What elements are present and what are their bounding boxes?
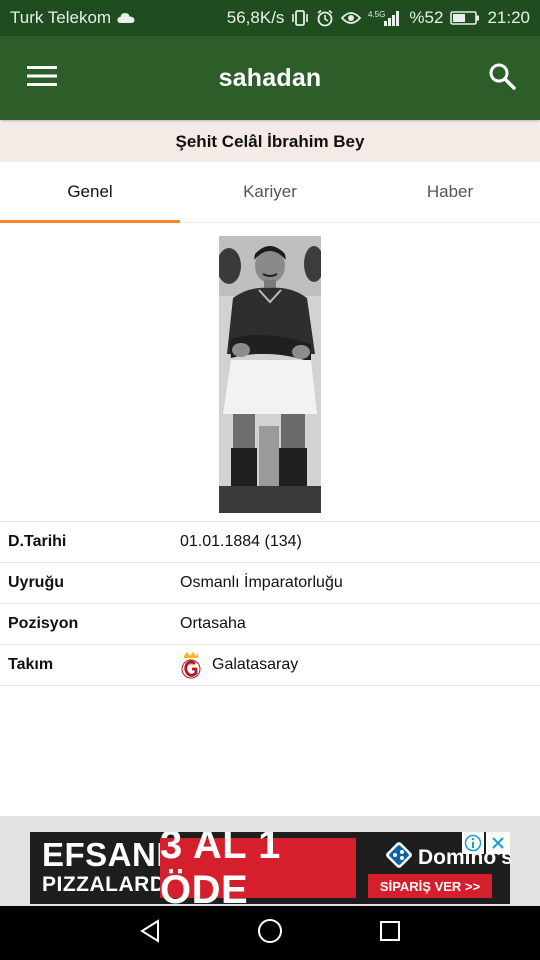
search-button[interactable] [480,58,524,98]
nav-recents-button[interactable] [370,914,410,952]
info-row-position: Pozisyon Ortasaha [0,603,540,644]
alarm-icon [316,9,334,27]
tab-bar: Genel Kariyer Haber [0,162,540,223]
back-triangle-icon [139,918,161,948]
ad-headline: EFSANE [42,836,179,873]
info-value: 01.01.1884 (134) [180,533,302,550]
ad-cta-button[interactable]: SİPARİŞ VER >> [368,874,492,898]
system-nav-bar [0,906,540,960]
cloud-icon [117,12,135,24]
tab-haber[interactable]: Haber [360,162,540,222]
menu-button[interactable] [20,58,64,98]
hamburger-menu-icon [27,65,57,92]
info-row-team[interactable]: Takım Galatasaray [0,644,540,686]
app-title: sahadan [218,64,322,92]
recents-square-icon [379,920,401,947]
ad-info-icon[interactable] [462,832,484,854]
app-bar: sahadan [0,36,540,120]
carrier-name: Turk Telekom [10,8,112,27]
info-row-birthdate: D.Tarihi 01.01.1884 (134) [0,521,540,562]
info-value: Osmanlı İmparatorluğu [180,574,343,591]
ad-close-icon[interactable] [486,832,510,854]
eye-icon [341,11,362,25]
player-photo [219,236,321,513]
player-info-table: D.Tarihi 01.01.1884 (134) Uyruğu Osmanlı… [0,521,540,686]
info-value: Ortasaha [180,615,246,632]
nav-home-button[interactable] [250,914,290,952]
info-label: Pozisyon [8,615,79,632]
network-speed: 56,8K/s [226,8,285,27]
tab-kariyer[interactable]: Kariyer [180,162,360,222]
network-type: 4.5G [368,10,385,19]
info-label: D.Tarihi [8,533,67,550]
vibrate-icon [291,9,309,27]
player-name-header: Şehit Celâl İbrahim Bey [0,122,540,162]
battery-percent: %52 [409,8,444,27]
player-name: Şehit Celâl İbrahim Bey [175,132,365,151]
info-label: Takım [8,656,54,673]
nav-back-button[interactable] [130,914,170,952]
tab-label: Kariyer [243,182,297,201]
ad-offer: 3 AL 1 ÖDE [160,832,356,904]
dominos-logo-icon [386,842,412,874]
info-label: Uyruğu [8,574,64,591]
home-circle-icon [257,918,283,949]
galatasaray-logo-icon [180,651,202,679]
team-link[interactable]: Galatasaray [212,656,298,674]
tab-genel[interactable]: Genel [0,162,180,223]
tab-label: Genel [67,182,113,201]
battery-icon [450,10,480,26]
tab-label: Haber [426,182,474,201]
search-icon [488,62,516,95]
signal-icon: 4.5G [368,9,402,27]
info-row-nationality: Uyruğu Osmanlı İmparatorluğu [0,562,540,603]
status-bar: Turk Telekom 56,8K/s 4.5G %52 21:20 [0,0,540,36]
ad-banner[interactable]: EFSANE PIZZALARDA 3 AL 1 ÖDE Domino's Sİ… [30,832,510,904]
clock: 21:20 [487,8,530,27]
